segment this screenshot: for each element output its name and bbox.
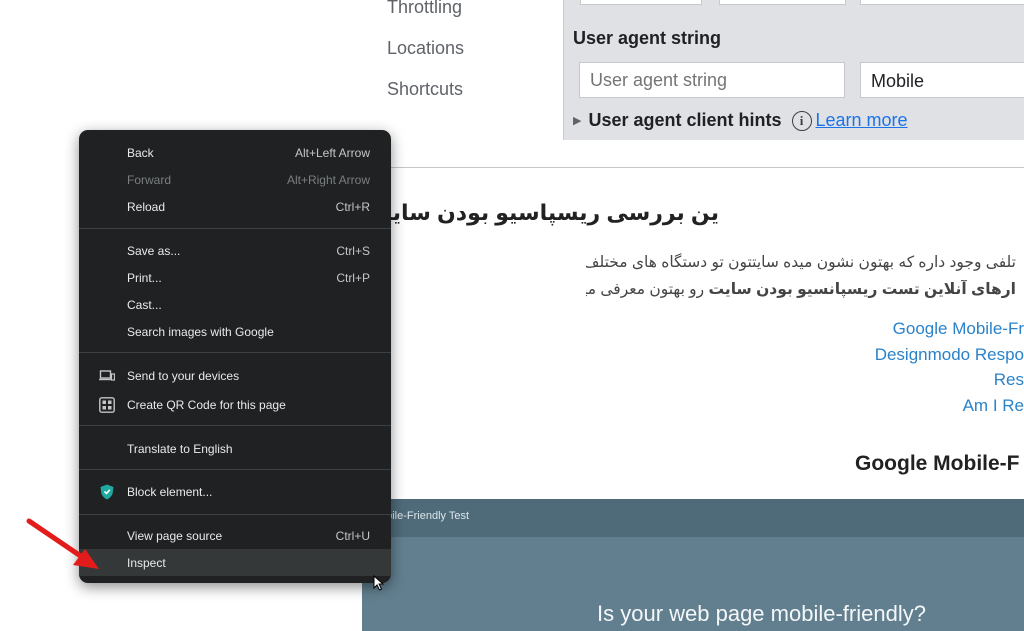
menu-label: Save as... — [127, 243, 181, 258]
red-arrow-annotation — [26, 518, 99, 569]
panel-divider — [362, 167, 1024, 168]
menu-label: Print... — [127, 270, 162, 285]
menu-divider — [79, 425, 391, 426]
menu-item-save-as[interactable]: Save as... Ctrl+S — [79, 237, 391, 264]
learn-more-link[interactable]: Learn more — [816, 110, 908, 131]
article-paragraph-line-1: تلفی وجود داره که بهتون نشون میده سایتتو… — [586, 254, 1016, 271]
menu-shortcut: Ctrl+S — [336, 243, 370, 258]
embed-title: Is your web page mobile-friendly? — [597, 601, 926, 626]
menu-item-cast[interactable]: Cast... — [79, 291, 391, 318]
menu-label: Send to your devices — [127, 368, 240, 383]
menu-label: Inspect — [127, 555, 166, 570]
mouse-cursor-icon — [373, 575, 385, 591]
menu-divider — [79, 514, 391, 515]
top-field-2[interactable] — [719, 0, 846, 5]
tool-link-designmodo[interactable]: Designmodo Respo — [875, 345, 1024, 365]
menu-shortcut: Ctrl+P — [336, 270, 370, 285]
menu-item-forward[interactable]: Forward Alt+Right Arrow — [79, 166, 391, 193]
menu-divider — [79, 469, 391, 470]
client-hints-toggle[interactable]: ▶ User agent client hints i Learn more — [573, 110, 908, 131]
top-field-1[interactable] — [580, 0, 702, 5]
menu-label: Forward — [127, 172, 172, 187]
article-heading: ین بررسی ریسپاسیو بودن سایت — [369, 200, 719, 225]
menu-shortcut: Ctrl+R — [335, 199, 370, 214]
section-subheading: Google Mobile-F — [855, 452, 1020, 475]
article-paragraph-line-2: ارهای آنلاین تست ریسپانسیو بودن سایت رو … — [586, 280, 1016, 299]
article-text: رو بهتون معرفی میکنیم. — [586, 281, 705, 298]
menu-label: Cast... — [127, 297, 162, 312]
settings-nav-shortcuts[interactable]: Shortcuts — [387, 79, 463, 100]
ua-string-heading: User agent string — [573, 28, 722, 48]
menu-divider — [79, 228, 391, 229]
menu-divider — [79, 352, 391, 353]
menu-item-send-devices[interactable]: Send to your devices — [79, 362, 391, 389]
menu-item-search-images[interactable]: Search images with Google — [79, 318, 391, 345]
menu-item-block-element[interactable]: Block element... — [79, 478, 391, 505]
menu-shortcut: Alt+Right Arrow — [286, 172, 370, 187]
ua-string-input[interactable] — [579, 62, 845, 98]
tool-link-google[interactable]: Google Mobile-Fr — [893, 319, 1024, 339]
menu-item-inspect[interactable]: Inspect — [79, 549, 391, 576]
adblock-shield-icon — [99, 484, 115, 500]
info-icon: i — [791, 110, 812, 131]
menu-label: Reload — [127, 199, 166, 214]
menu-item-print[interactable]: Print... Ctrl+P — [79, 264, 391, 291]
menu-label: Search images with Google — [127, 324, 274, 339]
embedded-screenshot: obile-Friendly Test Is your web page mob… — [362, 499, 1024, 631]
context-menu: Back Alt+Left Arrow Forward Alt+Right Ar… — [79, 130, 391, 583]
expand-triangle-icon: ▶ — [573, 115, 582, 127]
menu-label: Block element... — [127, 484, 213, 499]
device-type-select[interactable]: Mobile — [860, 62, 1024, 98]
top-field-3[interactable] — [860, 0, 1024, 5]
embed-bar-text: obile-Friendly Test — [380, 510, 470, 522]
tool-link-amire[interactable]: Am I Re — [963, 396, 1024, 416]
menu-shortcut: Ctrl+U — [335, 528, 370, 543]
menu-item-back[interactable]: Back Alt+Left Arrow — [79, 139, 391, 166]
qr-code-icon — [99, 396, 115, 413]
menu-label: Back — [127, 145, 154, 160]
settings-nav-locations[interactable]: Locations — [387, 38, 464, 59]
devices-icon — [99, 368, 115, 384]
menu-label: View page source — [127, 528, 223, 543]
tool-link-res[interactable]: Res — [994, 370, 1024, 390]
article-bold-text: ارهای آنلاین تست ریسپانسیو بودن سایت — [708, 281, 1016, 298]
menu-item-translate[interactable]: Translate to English — [79, 435, 391, 462]
menu-label: Translate to English — [127, 441, 233, 456]
settings-nav-throttling[interactable]: Throttling — [387, 0, 462, 18]
menu-shortcut: Alt+Left Arrow — [294, 145, 370, 160]
menu-item-qr-code[interactable]: Create QR Code for this page — [79, 391, 391, 418]
menu-label: Create QR Code for this page — [127, 397, 286, 412]
client-hints-label: User agent client hints — [588, 110, 782, 130]
device-settings-panel: User agent string Mobile ▶ User agent cl… — [563, 0, 1024, 140]
menu-item-reload[interactable]: Reload Ctrl+R — [79, 193, 391, 220]
menu-item-view-source[interactable]: View page source Ctrl+U — [79, 522, 391, 549]
embed-top-bar: obile-Friendly Test — [362, 499, 1024, 537]
